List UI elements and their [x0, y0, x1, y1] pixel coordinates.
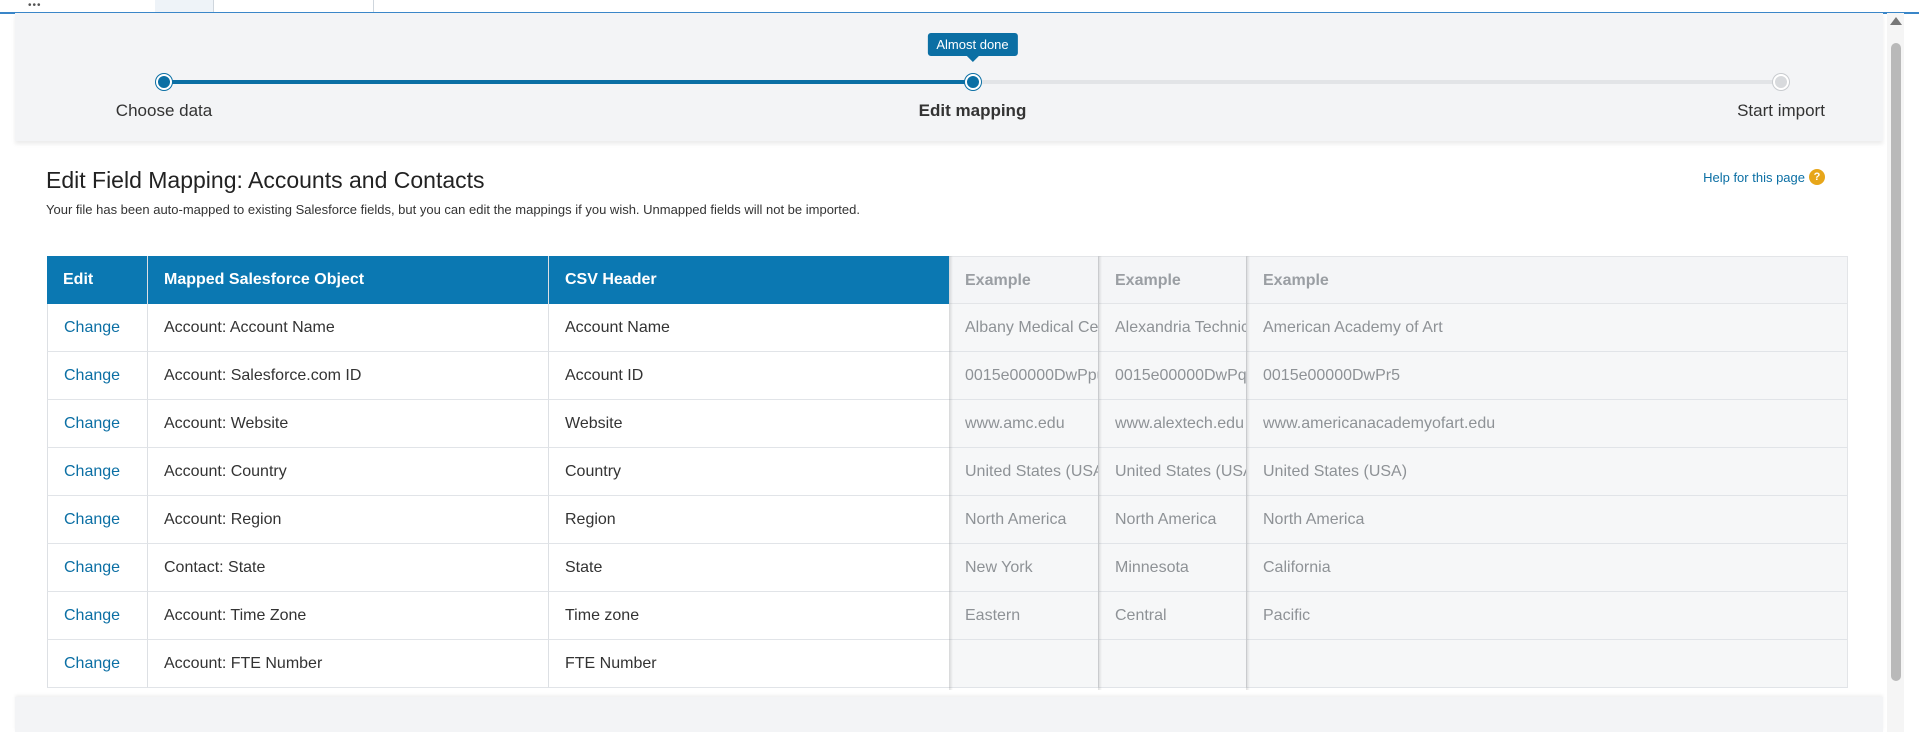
example-cell: American Academy of Art [1246, 304, 1848, 352]
csv-header-cell: Account ID [548, 352, 949, 400]
scroll-thumb[interactable] [1891, 43, 1901, 681]
progress-badge: Almost done [927, 33, 1018, 62]
app-grid-icon: ••• [28, 0, 42, 11]
csv-header-cell: FTE Number [548, 640, 949, 688]
table-row: Change Account: Region Region North Amer… [47, 496, 1848, 544]
page-description: Your file has been auto-mapped to existi… [46, 202, 860, 217]
change-link[interactable]: Change [47, 496, 147, 544]
mapped-object-cell: Account: FTE Number [147, 640, 548, 688]
vertical-scrollbar[interactable] [1887, 13, 1904, 732]
column-header-csv: CSV Header [548, 256, 949, 304]
table-row: Change Account: Website Website www.amc.… [47, 400, 1848, 448]
change-link-label[interactable]: Change [64, 511, 120, 528]
top-tab-bar: ••• [0, 0, 1919, 14]
column-header-example-3: Example [1246, 256, 1848, 304]
wizard-footer [15, 697, 1883, 732]
example-cell: North America [949, 496, 1098, 544]
example-cell: 0015e00000DwPpu [949, 352, 1098, 400]
example-cell: www.amc.edu [949, 400, 1098, 448]
column-shadow-divider [1246, 256, 1250, 690]
csv-header-cell: Country [548, 448, 949, 496]
change-link[interactable]: Change [47, 448, 147, 496]
example-cell: Alexandria Technical [1098, 304, 1246, 352]
example-cell: United States (USA) [949, 448, 1098, 496]
csv-header-cell: State [548, 544, 949, 592]
column-header-example-1: Example [949, 256, 1098, 304]
change-link[interactable]: Change [47, 304, 147, 352]
csv-header-cell: Time zone [548, 592, 949, 640]
change-link[interactable]: Change [47, 544, 147, 592]
example-cell: United States (USA) [1098, 448, 1246, 496]
example-cell: 0015e00000DwPq0 [1098, 352, 1246, 400]
change-link[interactable]: Change [47, 592, 147, 640]
example-cell: Eastern [949, 592, 1098, 640]
example-cell [1246, 640, 1848, 688]
example-cell: 0015e00000DwPr5 [1246, 352, 1848, 400]
example-cell: Minnesota [1098, 544, 1246, 592]
step-label-edit-mapping[interactable]: Edit mapping [919, 101, 1027, 121]
change-link-label[interactable]: Change [64, 319, 120, 336]
example-cell [1098, 640, 1246, 688]
example-cell: Albany Medical Center [949, 304, 1098, 352]
change-link-label[interactable]: Change [64, 607, 120, 624]
column-shadow-divider [1098, 256, 1102, 690]
example-cell: www.americanacademyofart.edu [1246, 400, 1848, 448]
step-marker-choose-data[interactable] [156, 74, 172, 90]
example-cell: North America [1098, 496, 1246, 544]
step-marker-edit-mapping[interactable] [964, 74, 981, 90]
change-link[interactable]: Change [47, 400, 147, 448]
step-marker-start-import[interactable] [1773, 74, 1789, 90]
column-shadow-divider [949, 256, 953, 690]
import-wizard-page: Almost done Choose data Edit mapping Sta… [15, 13, 1883, 732]
change-link-label[interactable]: Change [64, 559, 120, 576]
progress-fill [164, 80, 973, 84]
help-link-label[interactable]: Help for this page [1703, 170, 1805, 185]
example-cell: United States (USA) [1246, 448, 1848, 496]
step-label-start-import[interactable]: Start import [1737, 101, 1825, 121]
mapped-object-cell: Account: Website [147, 400, 548, 448]
change-link-label[interactable]: Change [64, 367, 120, 384]
change-link[interactable]: Change [47, 352, 147, 400]
column-header-example-2: Example [1098, 256, 1246, 304]
column-header-edit: Edit [47, 256, 147, 304]
mapped-object-cell: Contact: State [147, 544, 548, 592]
mapped-object-cell: Account: Account Name [147, 304, 548, 352]
table-row: Change Account: Salesforce.com ID Accoun… [47, 352, 1848, 400]
progress-track [156, 74, 1789, 90]
example-cell: California [1246, 544, 1848, 592]
mapped-object-cell: Account: Salesforce.com ID [147, 352, 548, 400]
table-row: Change Account: Account Name Account Nam… [47, 304, 1848, 352]
table-row: Change Account: Time Zone Time zone East… [47, 592, 1848, 640]
change-link-label[interactable]: Change [64, 655, 120, 672]
example-cell: New York [949, 544, 1098, 592]
table-row: Change Contact: State State New York Min… [47, 544, 1848, 592]
mapped-object-cell: Account: Country [147, 448, 548, 496]
table-row: Change Account: FTE Number FTE Number [47, 640, 1848, 688]
change-link[interactable]: Change [47, 640, 147, 688]
caret-up-icon[interactable] [1890, 17, 1902, 25]
tab-second[interactable] [155, 0, 214, 12]
wizard-progress: Almost done Choose data Edit mapping Sta… [15, 13, 1883, 141]
tab-first[interactable]: ••• [0, 0, 156, 12]
example-cell [949, 640, 1098, 688]
csv-header-cell: Website [548, 400, 949, 448]
csv-header-cell: Region [548, 496, 949, 544]
mapped-object-cell: Account: Region [147, 496, 548, 544]
change-link-label[interactable]: Change [64, 463, 120, 480]
example-cell: Pacific [1246, 592, 1848, 640]
question-circle-icon[interactable]: ? [1809, 169, 1825, 185]
example-cell: Central [1098, 592, 1246, 640]
tab-third[interactable] [213, 0, 374, 12]
column-header-object: Mapped Salesforce Object [147, 256, 548, 304]
page-title: Edit Field Mapping: Accounts and Contact… [46, 167, 485, 193]
example-cell: North America [1246, 496, 1848, 544]
change-link-label[interactable]: Change [64, 415, 120, 432]
mapped-object-cell: Account: Time Zone [147, 592, 548, 640]
step-label-choose-data[interactable]: Choose data [116, 101, 212, 121]
csv-header-cell: Account Name [548, 304, 949, 352]
table-row: Change Account: Country Country United S… [47, 448, 1848, 496]
help-link[interactable]: Help for this page ? [1703, 169, 1825, 185]
example-cell: www.alextech.edu [1098, 400, 1246, 448]
